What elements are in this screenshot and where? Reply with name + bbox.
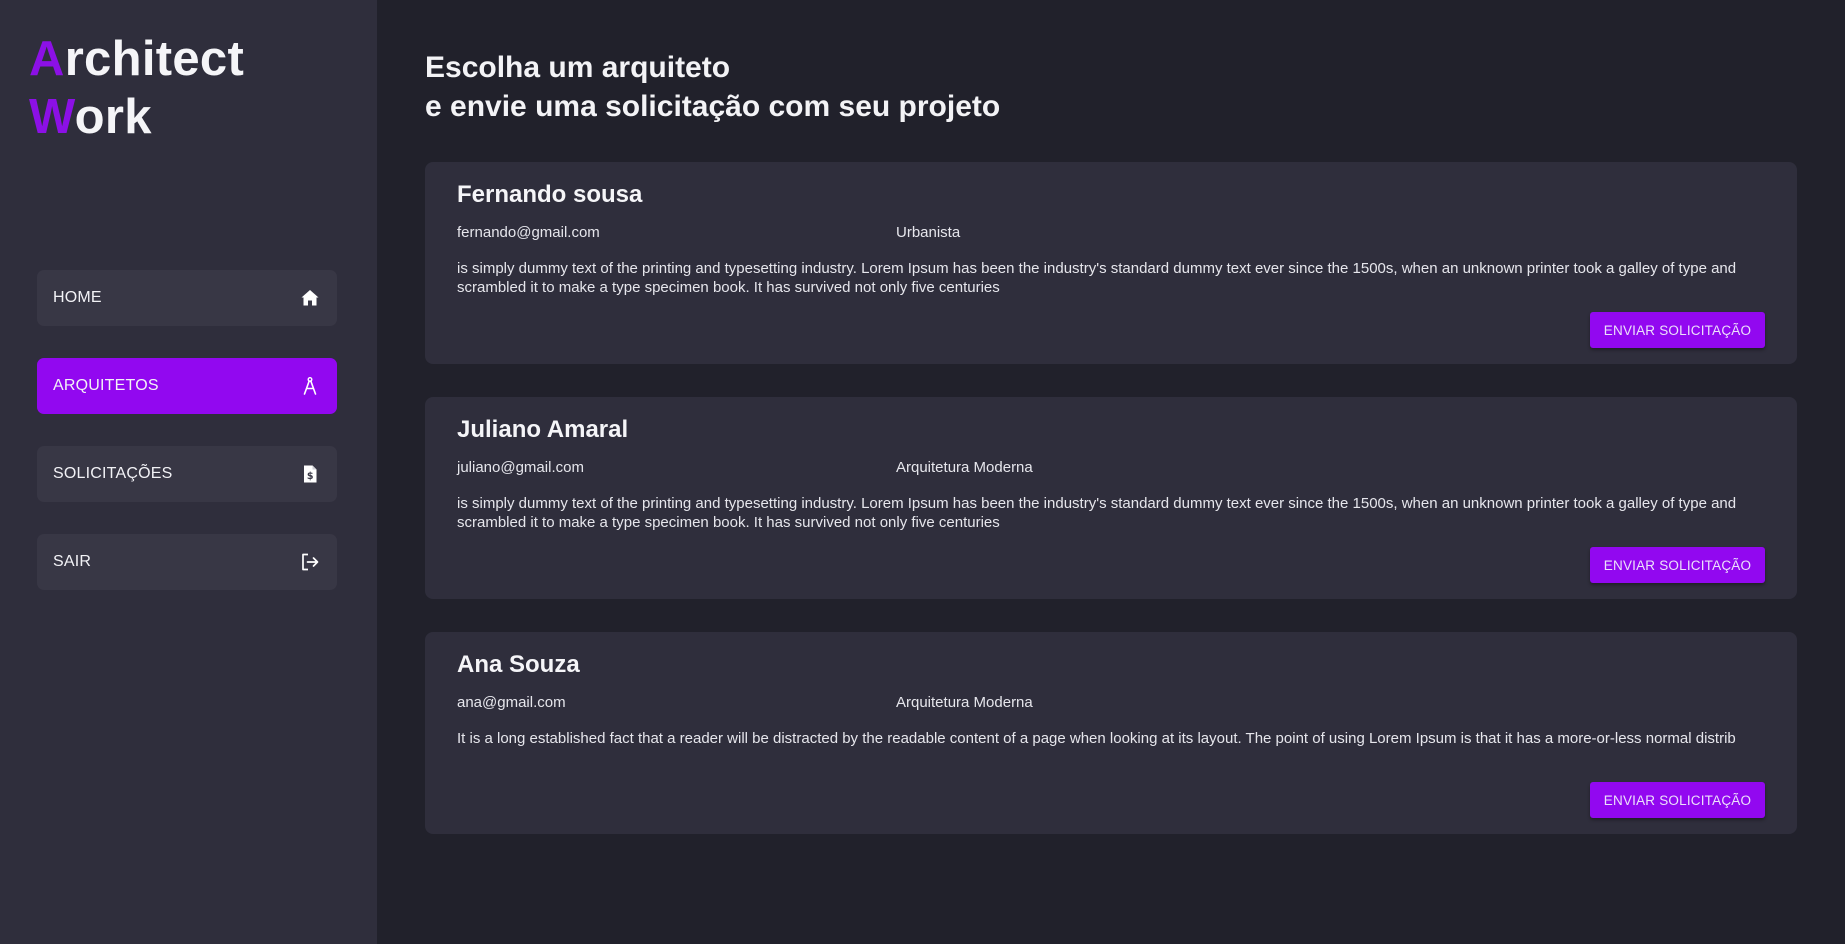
sidebar-item-label: HOME [53, 289, 102, 306]
architect-email: ana@gmail.com [457, 694, 566, 711]
send-request-button[interactable]: ENVIAR SOLICITAÇÃO [1590, 547, 1765, 583]
architect-specialty: Arquitetura Moderna [896, 459, 1033, 476]
architect-specialty: Urbanista [896, 224, 961, 241]
send-request-button[interactable]: ENVIAR SOLICITAÇÃO [1590, 312, 1765, 348]
logo-line-1: Architect [29, 30, 244, 88]
app-logo[interactable]: Architect Work [29, 30, 244, 146]
logout-icon [299, 551, 321, 573]
document-dollar-icon: $ [299, 463, 321, 485]
architect-card: Fernando sousa fernando@gmail.com Urbani… [425, 162, 1797, 364]
page-title-line-2: e envie uma solicitação com seu projeto [425, 90, 1001, 123]
architect-card: Juliano Amaral juliano@gmail.com Arquite… [425, 397, 1797, 599]
architect-description: It is a long established fact that a rea… [457, 730, 1736, 747]
page-title-line-1: Escolha um arquiteto [425, 51, 731, 84]
sidebar-item-label: SAIR [53, 553, 92, 570]
main-content: Escolha um arquiteto e envie uma solicit… [377, 0, 1845, 944]
svg-text:$: $ [307, 471, 314, 482]
architect-email: juliano@gmail.com [457, 459, 584, 476]
sidebar-item-sair[interactable]: SAIR [37, 534, 337, 590]
sidebar-item-arquitetos[interactable]: ARQUITETOS [37, 358, 337, 414]
home-icon [299, 287, 321, 309]
sidebar-item-home[interactable]: HOME [37, 270, 337, 326]
architect-specialty: Arquitetura Moderna [896, 694, 1033, 711]
architect-email: fernando@gmail.com [457, 224, 600, 241]
architect-card: Ana Souza ana@gmail.com Arquitetura Mode… [425, 632, 1797, 834]
architect-meta: juliano@gmail.com Arquitetura Moderna [457, 459, 1765, 477]
sidebar-item-label: ARQUITETOS [53, 377, 159, 394]
architect-meta: ana@gmail.com Arquitetura Moderna [457, 694, 1765, 712]
logo-accent-letter: A [29, 32, 65, 86]
architect-list: Fernando sousa fernando@gmail.com Urbani… [425, 162, 1797, 867]
logo-line-2: Work [29, 88, 244, 146]
architect-name: Juliano Amaral [457, 416, 629, 443]
sidebar-item-label: SOLICITAÇÕES [53, 465, 173, 482]
send-request-button[interactable]: ENVIAR SOLICITAÇÃO [1590, 782, 1765, 818]
logo-text: rchitect [64, 32, 245, 86]
logo-text: ork [74, 90, 152, 144]
architect-name: Ana Souza [457, 651, 580, 678]
compass-icon [299, 375, 321, 397]
architect-name: Fernando sousa [457, 181, 643, 208]
logo-accent-letter: W [29, 90, 75, 144]
architect-meta: fernando@gmail.com Urbanista [457, 224, 1765, 242]
sidebar-nav: HOME ARQUITETOS SOLICITAÇÕES $ SAIR [37, 270, 337, 622]
architect-description: is simply dummy text of the printing and… [457, 260, 1737, 296]
architect-description: is simply dummy text of the printing and… [457, 495, 1737, 531]
sidebar: Architect Work HOME ARQUITETOS SOLICITAÇ… [0, 0, 377, 944]
sidebar-item-solicitacoes[interactable]: SOLICITAÇÕES $ [37, 446, 337, 502]
page-title: Escolha um arquiteto e envie uma solicit… [425, 48, 1000, 126]
